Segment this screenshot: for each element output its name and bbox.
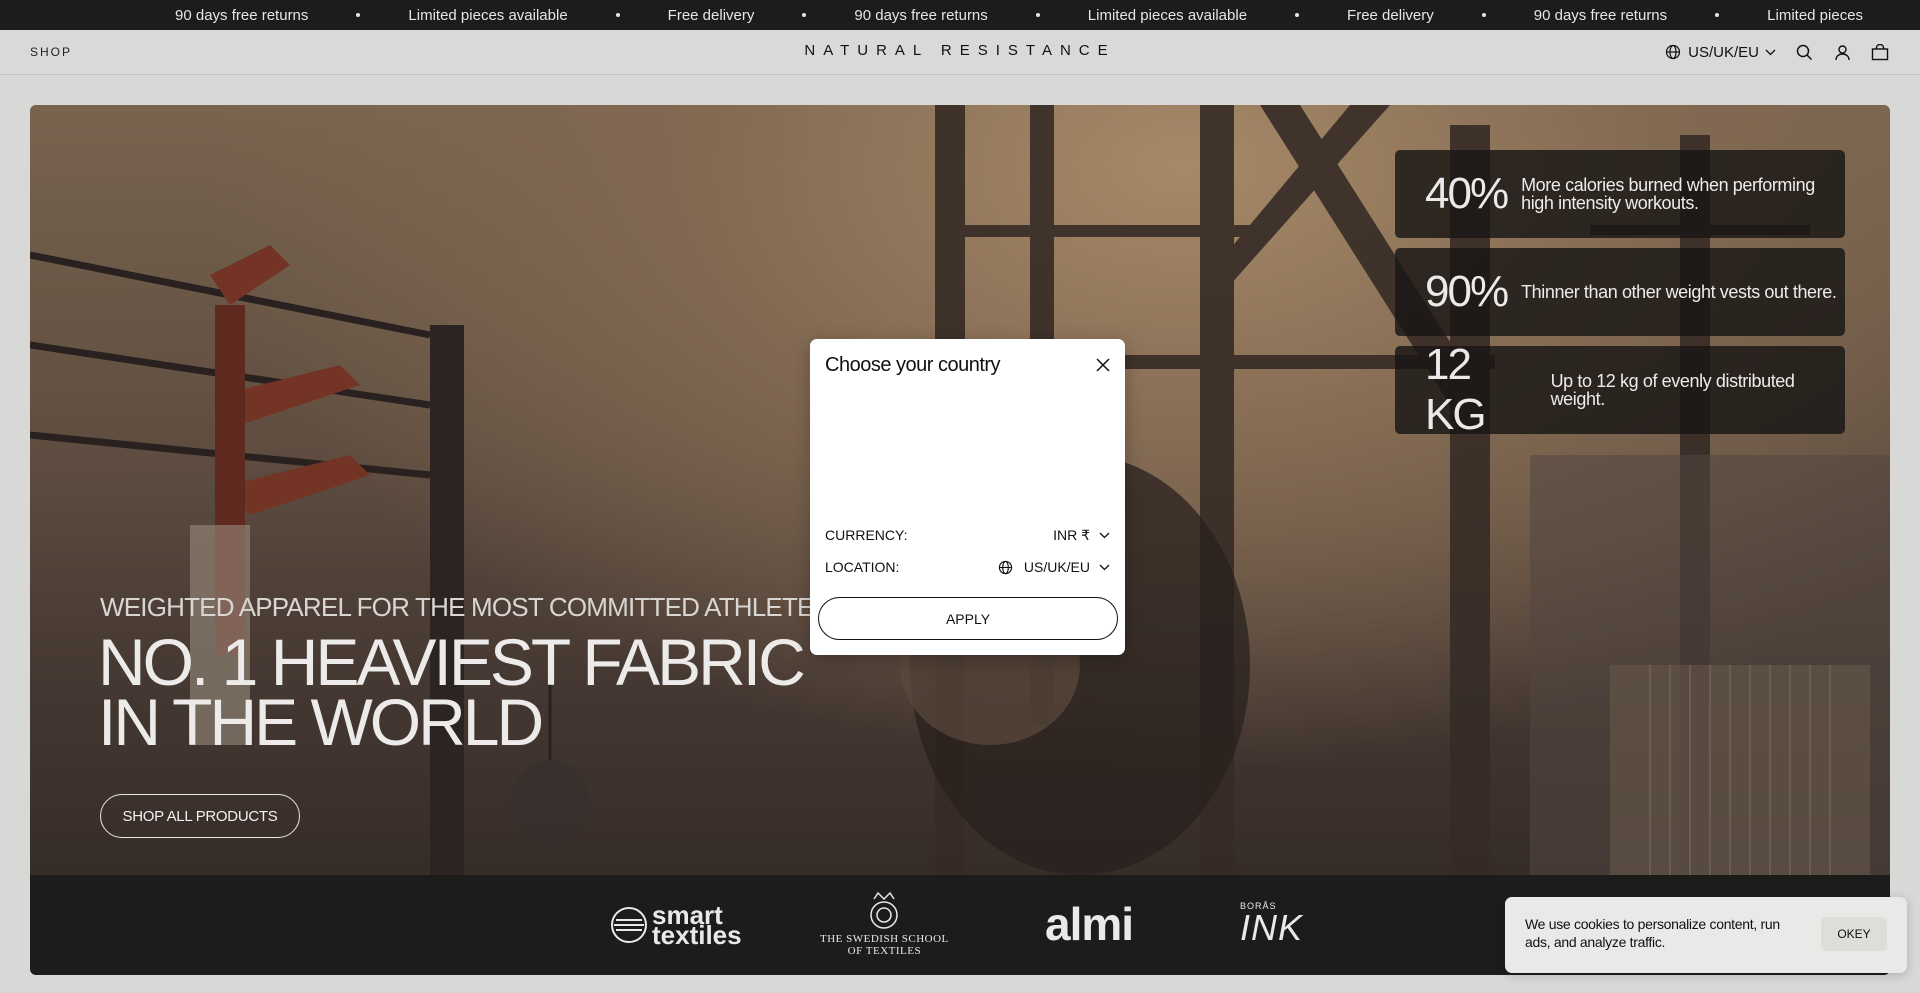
location-label: LOCATION:: [825, 559, 900, 575]
partner-almi-logo: almi: [1045, 898, 1134, 950]
search-icon[interactable]: [1794, 42, 1814, 62]
site-logo[interactable]: NATURAL RESISTANCE: [0, 42, 1920, 59]
shop-all-products-button[interactable]: SHOP ALL PRODUCTS: [100, 794, 300, 838]
announcement-item: Limited pieces: [1767, 6, 1864, 24]
partner-swedish-school-logo: THE SWEDISH SCHOOL OF TEXTILES: [820, 889, 949, 957]
hero-kicker: WEIGHTED APPAREL FOR THE MOST COMMITTED …: [100, 592, 831, 622]
stat-value: 40%: [1425, 169, 1509, 218]
currency-row: CURRENCY: INR ₹: [825, 525, 1110, 545]
partner-smart-textiles-logo: smart textiles: [610, 902, 742, 950]
currency-label: CURRENCY:: [825, 527, 908, 543]
modal-title: Choose your country: [825, 354, 1001, 376]
cart-icon[interactable]: [1870, 42, 1890, 62]
announcement-item: Free delivery: [667, 6, 755, 24]
globe-icon: [1663, 42, 1683, 62]
partner-boras-ink-main: INK: [1240, 907, 1304, 948]
announcement-item: Free delivery: [1347, 6, 1434, 24]
announcement-item: 90 days free returns: [854, 6, 988, 24]
chevron-down-icon: [1098, 525, 1110, 545]
stat-value: 90%: [1425, 267, 1509, 316]
stat-description: Up to 12 kg of evenly distributed weight…: [1550, 371, 1795, 409]
hero-title-line: IN THE WORLD: [98, 685, 544, 759]
partner-boras-ink-logo: BORÅS INK: [1240, 901, 1304, 948]
stat-description: Thinner than other weight vests out ther…: [1521, 282, 1837, 302]
close-icon[interactable]: [1093, 355, 1113, 375]
account-icon[interactable]: [1832, 42, 1852, 62]
region-selector[interactable]: US/UK/EU: [1663, 42, 1776, 62]
cookie-banner: We use cookies to personalize content, r…: [1505, 897, 1907, 973]
hero-title: NO. 1 HEAVIEST FABRIC IN THE WORLD: [98, 625, 858, 759]
location-select[interactable]: US/UK/EU: [996, 557, 1110, 577]
stat-card: 12 KG Up to 12 kg of evenly distributed …: [1395, 340, 1845, 439]
currency-select[interactable]: INR ₹: [1053, 525, 1110, 545]
currency-value: INR ₹: [1053, 526, 1090, 543]
stat-description: More calories burned when performing hig…: [1521, 175, 1815, 213]
partner-swedish-school-line: THE SWEDISH SCHOOL: [820, 933, 949, 945]
location-row: LOCATION: US/UK/EU: [825, 557, 1110, 577]
chevron-down-icon: [1764, 42, 1776, 62]
chevron-down-icon: [1098, 557, 1110, 577]
cookie-message: We use cookies to personalize content, r…: [1525, 916, 1780, 950]
stat-value: 12 KG: [1425, 340, 1487, 439]
partner-smart-textiles-line: textiles: [652, 920, 742, 950]
location-value: US/UK/EU: [1023, 559, 1090, 575]
globe-icon: [996, 557, 1016, 577]
announcement-bar: 90 days free returns Limited pieces avai…: [0, 0, 1920, 30]
site-header: SHOP NATURAL RESISTANCE US/UK/EU: [0, 30, 1920, 75]
apply-button[interactable]: APPLY: [818, 597, 1118, 640]
stat-card: 40% More calories burned when performing…: [1395, 150, 1845, 238]
announcement-track: 90 days free returns Limited pieces avai…: [0, 7, 1863, 24]
country-modal: Choose your country CURRENCY: INR ₹ LOCA…: [810, 339, 1125, 655]
announcement-item: Limited pieces available: [1087, 6, 1248, 24]
hero-title-line: NO. 1 HEAVIEST FABRIC: [98, 625, 806, 699]
crown-crest-icon: [870, 891, 899, 929]
cookie-accept-button[interactable]: OKEY: [1821, 917, 1887, 951]
announcement-item: 90 days free returns: [1533, 6, 1668, 24]
region-selector-label: US/UK/EU: [1688, 43, 1759, 61]
stat-card: 90% Thinner than other weight vests out …: [1395, 248, 1845, 336]
announcement-item: Limited pieces available: [408, 6, 568, 24]
header-actions: US/UK/EU: [1663, 42, 1890, 62]
announcement-item: 90 days free returns: [175, 6, 309, 24]
smart-textiles-icon: [611, 907, 647, 943]
partner-swedish-school-line: OF TEXTILES: [847, 945, 922, 957]
